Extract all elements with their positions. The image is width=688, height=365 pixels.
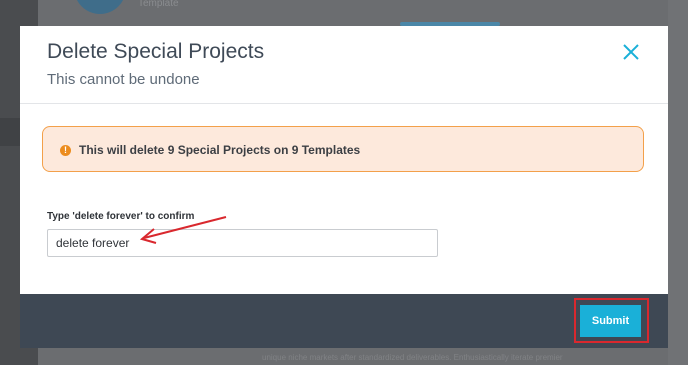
submit-button[interactable]: Submit [580, 305, 641, 337]
warning-banner: ! This will delete 9 Special Projects on… [42, 126, 644, 172]
modal-header: Delete Special Projects This cannot be u… [20, 26, 668, 104]
modal-footer: Submit [20, 294, 668, 348]
background-subtitle: Template [138, 0, 179, 9]
modal-subtitle: This cannot be undone [47, 71, 200, 88]
background-avatar [74, 0, 126, 14]
warning-text: This will delete 9 Special Projects on 9… [79, 143, 361, 157]
background-right-panel [668, 0, 688, 365]
modal-title: Delete Special Projects [47, 40, 265, 63]
red-arrow-annotation-icon [139, 216, 227, 244]
exclamation-circle-icon: ! [60, 145, 71, 156]
delete-modal: Delete Special Projects This cannot be u… [20, 26, 668, 348]
close-icon[interactable] [620, 41, 642, 63]
confirm-input[interactable] [47, 229, 438, 257]
background-body-text: unique niche markets after standardized … [262, 353, 563, 362]
